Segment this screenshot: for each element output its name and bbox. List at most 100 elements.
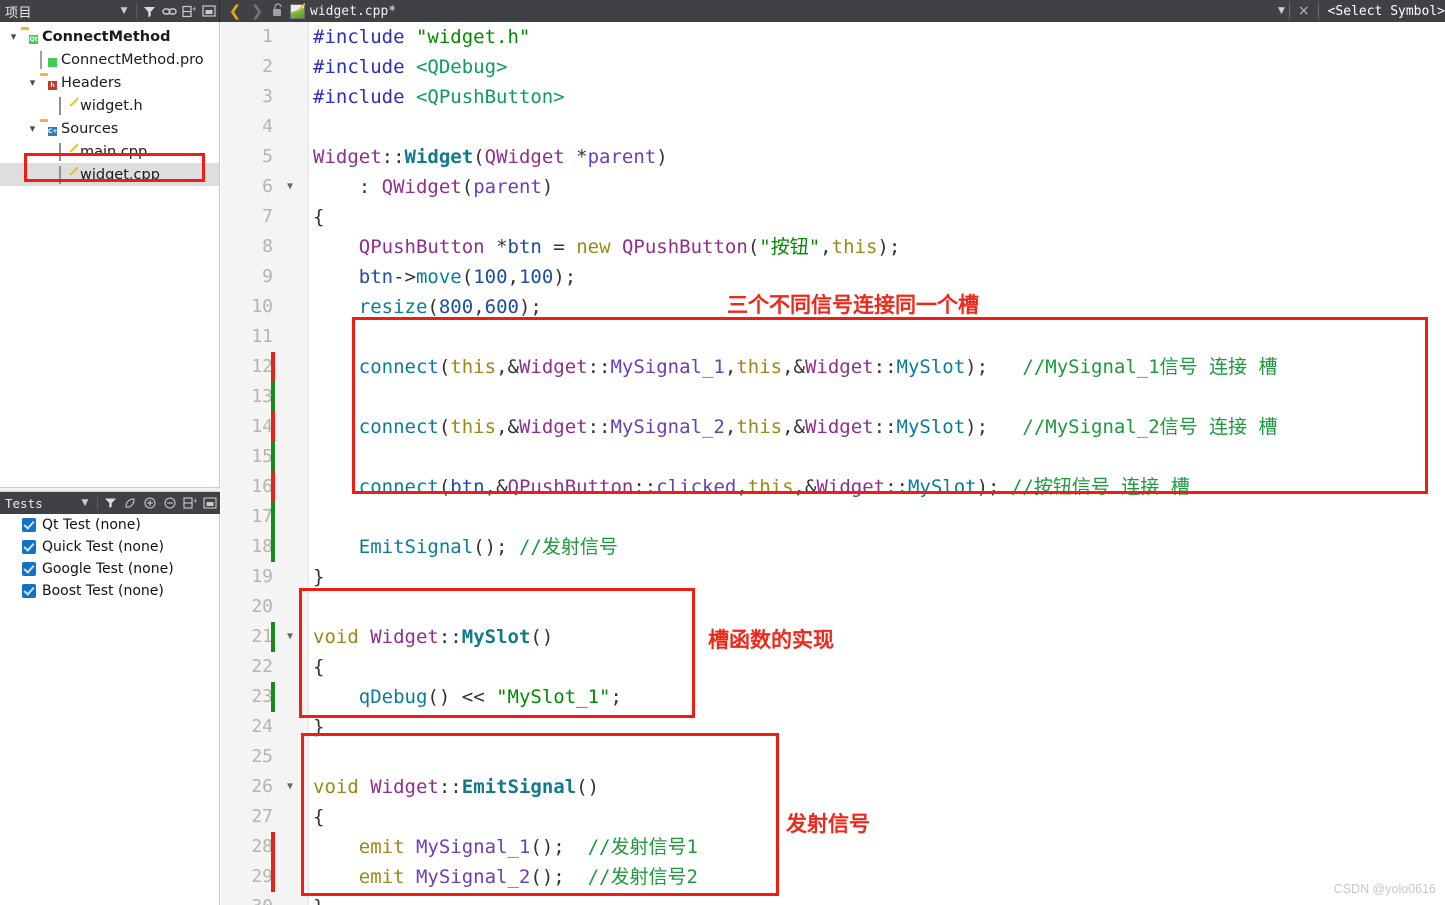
code-line[interactable]: 22 {	[221, 652, 1445, 682]
leaf-icon[interactable]	[120, 492, 140, 514]
filter-icon[interactable]	[139, 0, 159, 22]
code-line[interactable]: 17	[221, 502, 1445, 532]
code-line[interactable]: 14 connect(this,&Widget::MySignal_2,this…	[221, 412, 1445, 442]
code-line[interactable]: 8 QPushButton *btn = new QPushButton("按钮…	[221, 232, 1445, 262]
link-icon[interactable]	[159, 0, 179, 22]
symbol-selector[interactable]: <Select Symbol>	[1319, 4, 1445, 19]
tree-item-label: widget.cpp	[80, 166, 160, 183]
close-tab-icon[interactable]: ×	[1290, 3, 1318, 19]
split-add-icon[interactable]: +	[180, 492, 200, 514]
code-line[interactable]: 11	[221, 322, 1445, 352]
change-marker	[271, 412, 275, 442]
line-number: 30	[221, 892, 273, 905]
tree-item-headers[interactable]: ▾ h Headers	[0, 71, 219, 94]
headers-folder-icon: h	[40, 75, 57, 90]
code-line[interactable]: 25	[221, 742, 1445, 772]
checkbox-checked-icon[interactable]	[22, 518, 36, 532]
checkbox-checked-icon[interactable]	[22, 562, 36, 576]
test-item[interactable]: Qt Test (none)	[0, 514, 220, 536]
tab-dropdown-icon[interactable]: ▼	[1278, 6, 1289, 16]
change-marker	[271, 442, 275, 472]
test-item[interactable]: Boost Test (none)	[0, 580, 220, 602]
change-marker	[271, 682, 275, 712]
code-text: {	[313, 206, 325, 228]
fold-toggle-icon[interactable]: ▼	[283, 622, 297, 652]
sidebar-header: 项目 ▼ +	[0, 0, 220, 22]
code-text: {	[313, 806, 325, 828]
tree-item-label: Headers	[61, 74, 122, 91]
code-line[interactable]: 15	[221, 442, 1445, 472]
chevron-down-icon[interactable]: ▾	[6, 30, 21, 43]
chevron-down-icon[interactable]: ▼	[75, 492, 95, 514]
line-number: 22	[251, 656, 273, 677]
active-tab-title[interactable]: widget.cpp*	[310, 4, 396, 19]
code-text: connect(btn,&QPushButton::clicked,this,&…	[358, 476, 1190, 498]
code-line[interactable]: 29 emit MySignal_2(); //发射信号2	[221, 862, 1445, 892]
chevron-down-icon[interactable]: ▼	[114, 0, 134, 22]
change-marker	[271, 502, 275, 532]
tree-item-connectmethod[interactable]: ▾ Qt ConnectMethod	[0, 25, 219, 48]
test-item-label: Boost Test (none)	[42, 583, 164, 599]
split-add-icon[interactable]: +	[179, 0, 199, 22]
code-line[interactable]: 6 ▼ : QWidget(parent)	[221, 172, 1445, 202]
tree-item-widget-h[interactable]: ▾ widget.h	[0, 94, 219, 117]
tree-item-main-cpp[interactable]: ▾ main.cpp	[0, 140, 219, 163]
code-line[interactable]: 19}	[221, 562, 1445, 592]
code-editor[interactable]: 1 #include "widget.h" 2 #include <QDebug> 3 #…	[221, 22, 1445, 905]
tree-item-widget-cpp[interactable]: ▾ widget.cpp	[0, 163, 219, 186]
expand-all-icon[interactable]	[140, 492, 160, 514]
tree-item-connectmethod-pro[interactable]: ▾ ConnectMethod.pro	[0, 48, 219, 71]
line-number: 24	[251, 716, 273, 737]
project-tree: ▾QtConnectMethod▾ConnectMethod.pro▾hHead…	[0, 22, 219, 186]
cpp-file-icon	[59, 166, 76, 184]
code-line[interactable]: 24}	[221, 712, 1445, 742]
code-line[interactable]: 9 btn->move(100,100);	[221, 262, 1445, 292]
editor-toolbar: ❮ ❯ widget.cpp* ▼ × <Select Symbol>	[220, 0, 1445, 22]
test-item[interactable]: Quick Test (none)	[0, 536, 220, 558]
line-number: 7	[262, 206, 273, 227]
code-line[interactable]: 16 connect(btn,&QPushButton::clicked,thi…	[221, 472, 1445, 502]
fold-toggle-icon[interactable]: ▼	[283, 772, 297, 802]
filter-icon[interactable]	[100, 492, 120, 514]
change-marker	[271, 532, 275, 562]
code-line[interactable]: 5 Widget::Widget(QWidget *parent)	[221, 142, 1445, 172]
code-line[interactable]: 23 qDebug() << "MySlot_1";	[221, 682, 1445, 712]
minimize-pane-icon[interactable]	[199, 0, 219, 22]
test-item[interactable]: Google Test (none)	[0, 558, 220, 580]
qt-project-folder-icon: Qt	[29, 35, 38, 44]
line-number: 20	[251, 596, 273, 617]
code-line[interactable]: 18 EmitSignal(); //发射信号	[221, 532, 1445, 562]
tests-pane-title: Tests	[5, 495, 43, 511]
svg-text:+: +	[193, 497, 198, 505]
minimize-pane-icon[interactable]	[200, 492, 220, 514]
code-line[interactable]: 30}	[221, 892, 1445, 905]
change-marker	[271, 832, 275, 862]
code-line[interactable]: 7{	[221, 202, 1445, 232]
test-item-label: Google Test (none)	[42, 561, 174, 577]
code-line[interactable]: 26 ▼ void Widget::EmitSignal()	[221, 772, 1445, 802]
unlock-icon[interactable]	[268, 2, 288, 20]
navigate-back-button[interactable]: ❮	[224, 2, 246, 20]
change-marker	[271, 352, 275, 382]
code-line[interactable]: 20	[221, 592, 1445, 622]
code-line[interactable]: 13	[221, 382, 1445, 412]
code-line[interactable]: 1 #include "widget.h"	[221, 22, 1445, 52]
cpp-file-icon	[59, 143, 76, 161]
collapse-all-icon[interactable]	[160, 492, 180, 514]
chevron-down-icon[interactable]: ▾	[25, 76, 40, 89]
code-line[interactable]: 12 connect(this,&Widget::MySignal_1,this…	[221, 352, 1445, 382]
tree-item-sources[interactable]: ▾ C+ Sources	[0, 117, 219, 140]
fold-toggle-icon[interactable]: ▼	[283, 172, 297, 202]
line-number: 5	[262, 146, 273, 167]
chevron-down-icon[interactable]: ▾	[25, 122, 40, 135]
navigate-forward-button[interactable]: ❯	[246, 2, 268, 20]
project-sidebar: ▾QtConnectMethod▾ConnectMethod.pro▾hHead…	[0, 22, 220, 905]
code-line[interactable]: 4	[221, 112, 1445, 142]
line-number: 29	[251, 866, 273, 887]
line-number: 25	[251, 746, 273, 767]
code-line[interactable]: 2 #include <QDebug>	[221, 52, 1445, 82]
line-number: 1	[262, 26, 273, 47]
code-line[interactable]: 3 #include <QPushButton>	[221, 82, 1445, 112]
checkbox-checked-icon[interactable]	[22, 584, 36, 598]
checkbox-checked-icon[interactable]	[22, 540, 36, 554]
